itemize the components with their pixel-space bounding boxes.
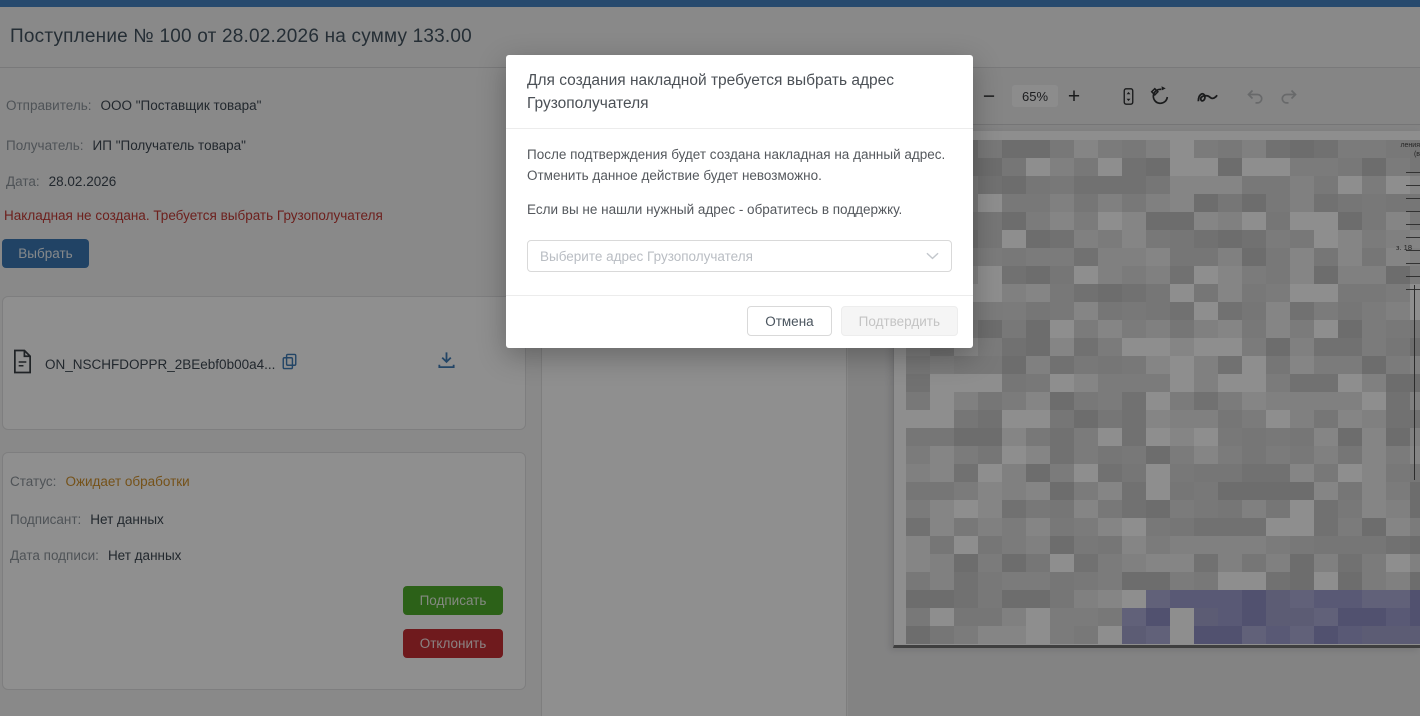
modal-body: После подтверждения будет создана наклад… — [506, 129, 973, 295]
modal-footer: Отмена Подтвердить — [506, 295, 973, 348]
chevron-down-icon — [926, 247, 939, 265]
confirm-button[interactable]: Подтвердить — [841, 306, 958, 336]
consignee-modal: Для создания накладной требуется выбрать… — [506, 55, 973, 348]
consignee-address-select[interactable]: Выберите адрес Грузополучателя — [527, 240, 952, 272]
modal-text-1: После подтверждения будет создана наклад… — [527, 144, 952, 186]
modal-title: Для создания накладной требуется выбрать… — [527, 69, 952, 115]
select-placeholder: Выберите адрес Грузополучателя — [540, 249, 926, 264]
cancel-button[interactable]: Отмена — [747, 306, 831, 336]
modal-header: Для создания накладной требуется выбрать… — [506, 55, 973, 129]
modal-text-2: Если вы не нашли нужный адрес - обратите… — [527, 199, 952, 220]
